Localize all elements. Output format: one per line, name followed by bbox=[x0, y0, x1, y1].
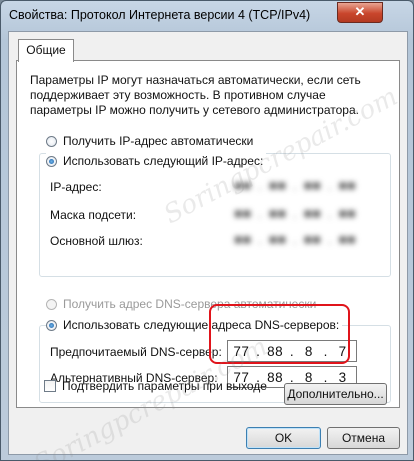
title-bar[interactable]: Свойства: Протокол Интернета версии 4 (T… bbox=[1, 1, 413, 31]
description-text: Параметры IP могут назначаться автоматич… bbox=[30, 73, 361, 117]
radio-ip-auto-label: Получить IP-адрес автоматически bbox=[63, 134, 254, 148]
subnet-mask-field[interactable]: ■■. ■■. ■■. ■■ bbox=[229, 202, 361, 224]
subnet-mask-label: Маска подсети: bbox=[50, 208, 137, 222]
cancel-button[interactable]: Отмена bbox=[327, 427, 400, 449]
validate-on-exit-label: Подтвердить параметры при выходе bbox=[62, 379, 267, 393]
radio-ip-auto-control[interactable] bbox=[46, 135, 57, 147]
window-title: Свойства: Протокол Интернета версии 4 (T… bbox=[9, 8, 311, 22]
ip-address-label: IP-адрес: bbox=[50, 180, 102, 194]
default-gateway-field[interactable]: ■■. ■■. ■■. ■■ bbox=[229, 228, 361, 250]
dialog-client-area: Общие Параметры IP могут назначаться авт… bbox=[8, 31, 408, 455]
default-gateway-label: Основной шлюз: bbox=[50, 234, 143, 248]
radio-ip-manual[interactable]: Использовать следующий IP-адрес: bbox=[46, 153, 267, 169]
dns-highlight-frame bbox=[209, 304, 350, 364]
ip-address-field[interactable]: ■■. ■■. ■■. ■■ bbox=[229, 174, 361, 196]
advanced-button[interactable]: Дополнительно... bbox=[284, 383, 387, 405]
radio-ip-manual-label: Использовать следующий IP-адрес: bbox=[63, 154, 264, 168]
dialog-window: Свойства: Протокол Интернета версии 4 (T… bbox=[0, 0, 414, 461]
radio-ip-auto[interactable]: Получить IP-адрес автоматически bbox=[46, 133, 253, 149]
ok-button[interactable]: OK bbox=[246, 427, 321, 449]
validate-on-exit-checkbox[interactable] bbox=[44, 380, 56, 392]
radio-ip-manual-control[interactable] bbox=[46, 155, 57, 167]
tab-general[interactable]: Общие bbox=[18, 39, 74, 62]
radio-dns-manual-control[interactable] bbox=[46, 319, 57, 331]
preferred-dns-label: Предпочитаемый DNS-сервер: bbox=[50, 345, 222, 359]
close-button[interactable]: ✕ bbox=[337, 2, 383, 23]
radio-dns-auto-control[interactable] bbox=[46, 298, 57, 310]
validate-on-exit[interactable]: Подтвердить параметры при выходе bbox=[44, 379, 267, 393]
